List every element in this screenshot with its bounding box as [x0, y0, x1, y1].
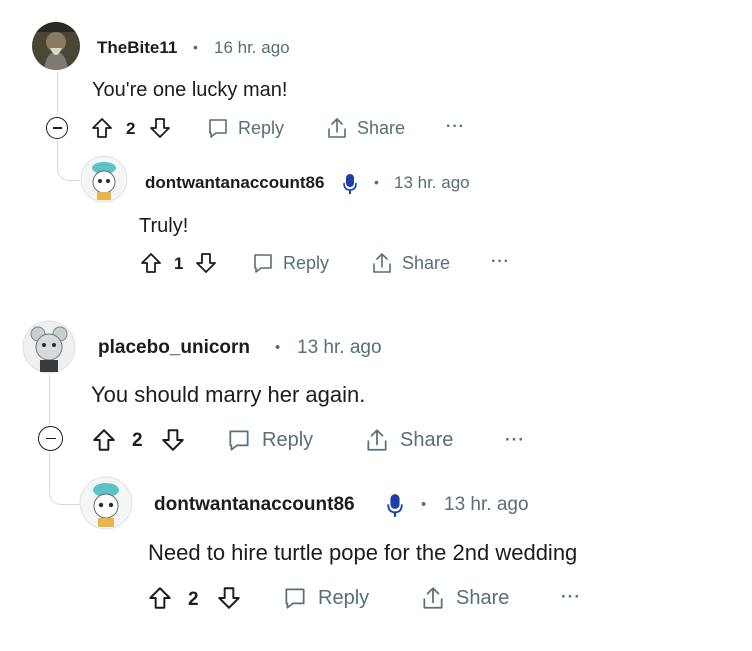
- more-options-button[interactable]: ···: [491, 253, 510, 271]
- upvote-button[interactable]: [139, 251, 163, 275]
- comment-body: Truly!: [139, 215, 189, 237]
- vote-count: 2: [188, 589, 199, 610]
- vote-count: 2: [132, 430, 143, 451]
- comment-icon: [229, 430, 249, 451]
- more-options-button[interactable]: ···: [561, 587, 581, 607]
- meta-separator: •: [374, 174, 379, 190]
- comment-author[interactable]: TheBite11: [97, 38, 177, 58]
- avatar[interactable]: [32, 22, 80, 70]
- reply-connector: [57, 140, 80, 181]
- thread-line: [57, 72, 58, 114]
- comment-author[interactable]: placebo_unicorn: [98, 337, 250, 359]
- comment-body: You're one lucky man!: [92, 79, 288, 101]
- downvote-icon: [218, 587, 240, 609]
- share-button[interactable]: Share: [420, 585, 509, 611]
- share-label: Share: [357, 117, 406, 138]
- comment-timestamp[interactable]: 13 hr. ago: [297, 337, 382, 359]
- reply-label: Reply: [262, 428, 314, 451]
- comment-timestamp[interactable]: 13 hr. ago: [394, 173, 470, 193]
- upvote-button[interactable]: [91, 427, 117, 453]
- downvote-icon: [150, 118, 170, 138]
- share-button[interactable]: Share: [325, 116, 405, 140]
- share-label: Share: [456, 586, 510, 609]
- reply-connector: [49, 452, 80, 505]
- upvote-icon: [92, 118, 112, 138]
- share-icon: [328, 118, 346, 138]
- reply-button[interactable]: Reply: [282, 585, 369, 611]
- voice-mic-icon: [343, 173, 357, 200]
- meta-separator: •: [275, 339, 281, 356]
- reply-button[interactable]: Reply: [226, 427, 313, 453]
- comment-timestamp[interactable]: 13 hr. ago: [444, 494, 529, 516]
- share-label: Share: [400, 428, 454, 451]
- meta-separator: •: [193, 39, 198, 55]
- upvote-icon: [141, 253, 161, 273]
- share-icon: [367, 429, 387, 451]
- downvote-button[interactable]: [160, 427, 186, 453]
- share-icon: [373, 253, 391, 273]
- reply-label: Reply: [238, 117, 285, 138]
- share-button[interactable]: Share: [364, 427, 453, 453]
- meta-separator: •: [421, 496, 427, 513]
- reply-button[interactable]: Reply: [206, 116, 284, 140]
- share-icon: [423, 587, 443, 609]
- upvote-icon: [149, 587, 171, 609]
- upvote-button[interactable]: [147, 585, 173, 611]
- comment-author[interactable]: dontwantanaccount86: [145, 173, 324, 193]
- downvote-button[interactable]: [148, 116, 172, 140]
- share-label: Share: [402, 252, 451, 273]
- avatar[interactable]: [22, 320, 76, 374]
- downvote-icon: [196, 253, 216, 273]
- upvote-icon: [93, 429, 115, 451]
- more-options-button[interactable]: ···: [446, 118, 465, 136]
- collapse-thread-button[interactable]: [46, 117, 68, 139]
- avatar[interactable]: [80, 155, 128, 203]
- reply-label: Reply: [283, 252, 330, 273]
- avatar[interactable]: [79, 476, 133, 530]
- reply-label: Reply: [318, 586, 370, 609]
- vote-count: 1: [174, 254, 184, 273]
- comment-timestamp[interactable]: 16 hr. ago: [214, 38, 290, 58]
- comment-body: You should marry her again.: [91, 382, 366, 407]
- comment-icon: [285, 588, 305, 609]
- comment-icon: [209, 119, 227, 138]
- downvote-button[interactable]: [194, 251, 218, 275]
- downvote-button[interactable]: [216, 585, 242, 611]
- thread-line: [49, 375, 50, 425]
- comment-author[interactable]: dontwantanaccount86: [154, 494, 355, 516]
- downvote-icon: [162, 429, 184, 451]
- more-options-button[interactable]: ···: [505, 430, 525, 450]
- collapse-thread-button[interactable]: [38, 426, 63, 451]
- comment-body: Need to hire turtle pope for the 2nd wed…: [148, 540, 578, 565]
- vote-count: 2: [126, 119, 136, 138]
- reply-button[interactable]: Reply: [251, 251, 329, 275]
- comment-icon: [254, 254, 272, 273]
- voice-mic-icon: [387, 493, 403, 523]
- upvote-button[interactable]: [90, 116, 114, 140]
- share-button[interactable]: Share: [370, 251, 450, 275]
